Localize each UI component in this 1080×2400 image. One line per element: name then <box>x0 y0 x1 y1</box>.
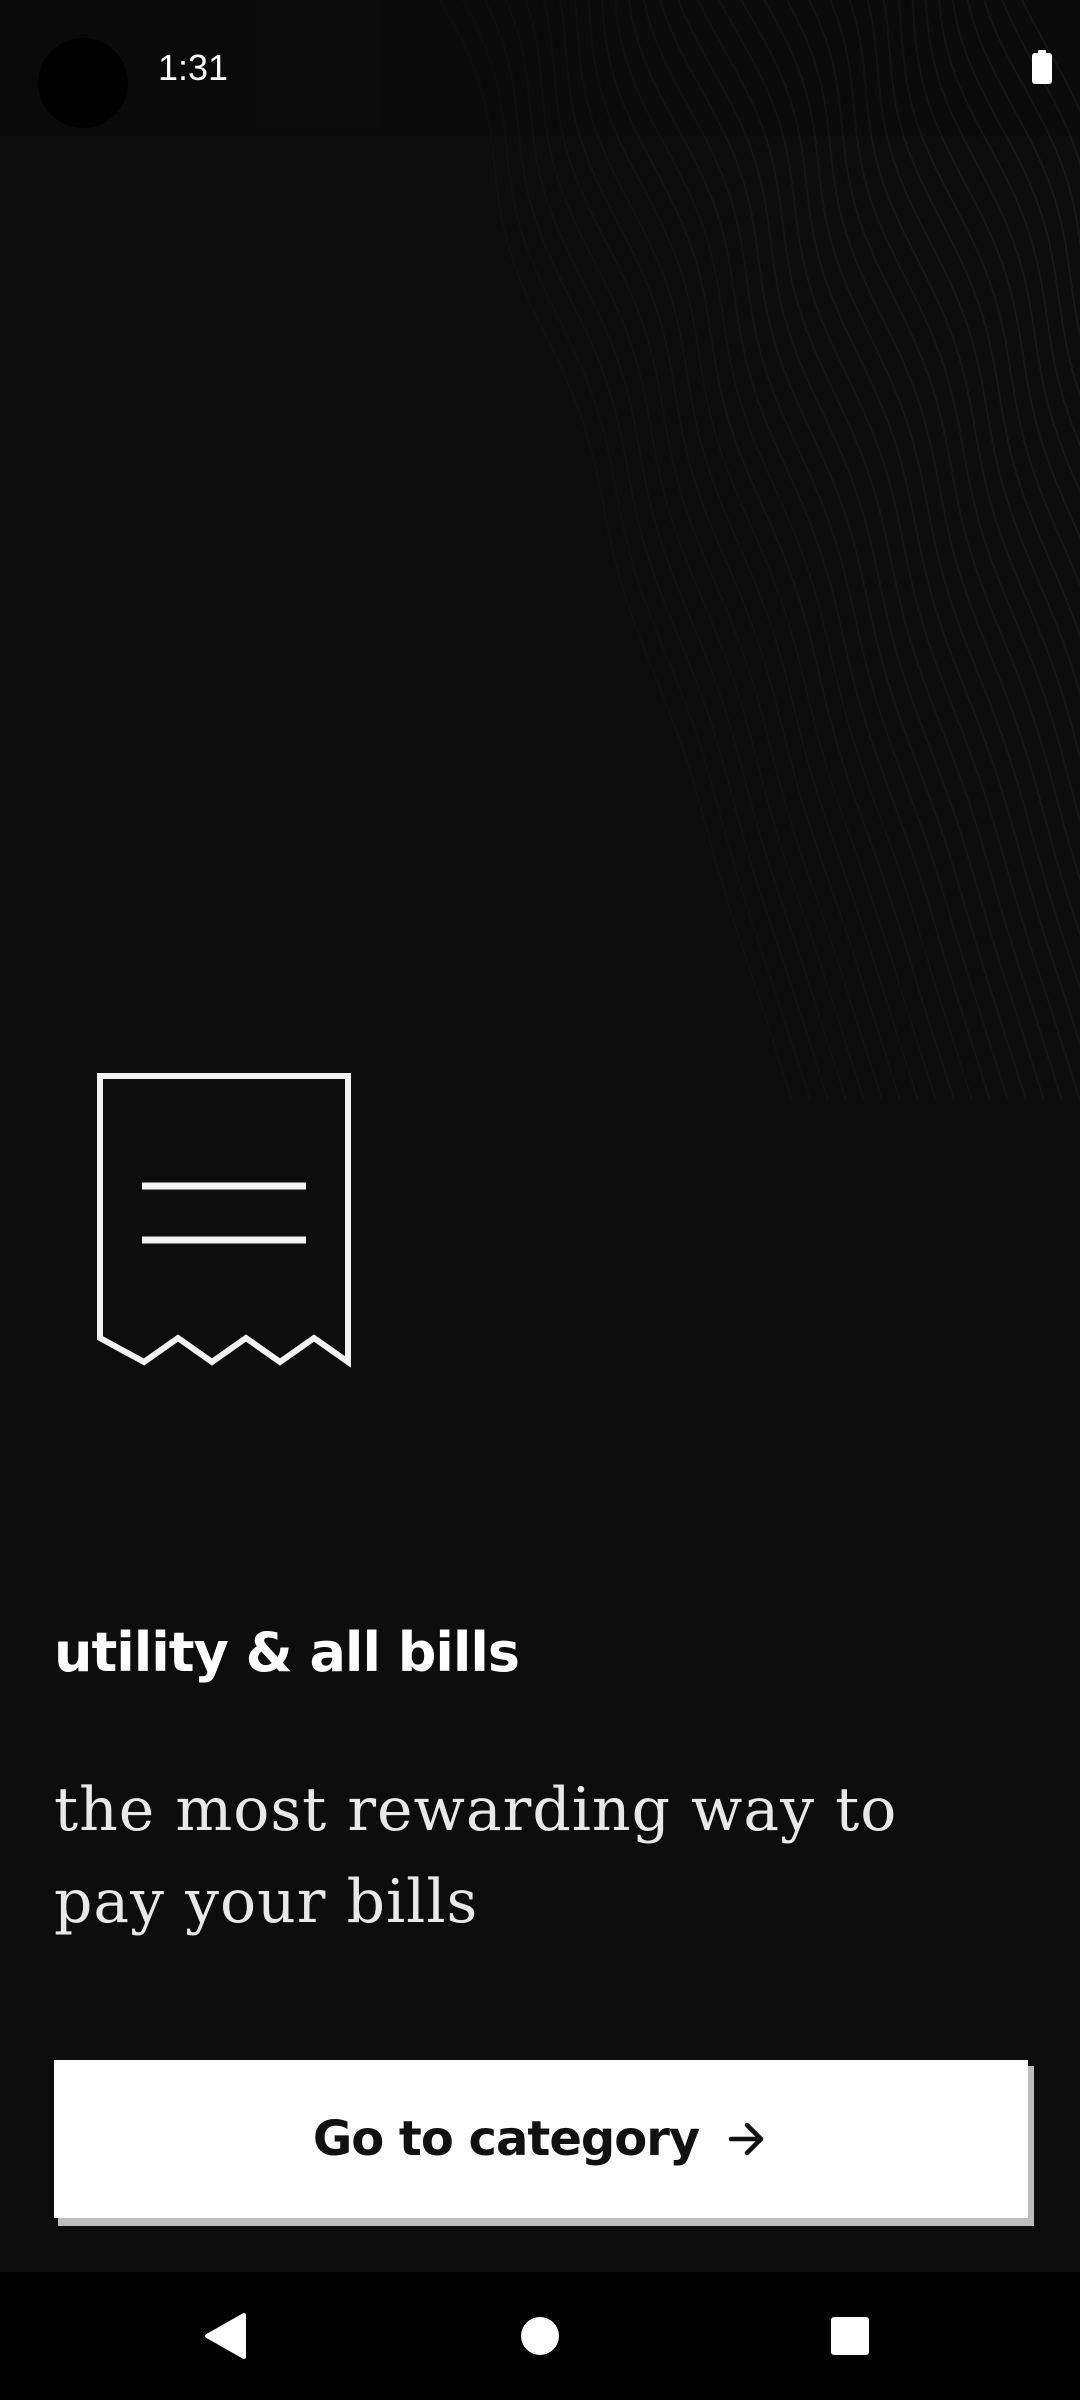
system-navigation-bar <box>0 2272 1080 2400</box>
home-circle-icon <box>521 2317 559 2355</box>
background-wave-line <box>848 0 1080 762</box>
background-wave-line <box>983 0 1080 249</box>
background-wave-line <box>911 0 1080 540</box>
background-wave-line <box>763 0 1080 992</box>
arrow-right-icon <box>728 2122 764 2156</box>
background-wave-line <box>786 0 1080 938</box>
background-wave-line <box>883 0 1080 639</box>
camera-cutout <box>38 38 128 128</box>
background-wave-line <box>697 0 1063 1100</box>
background-wave-line <box>461 0 811 1100</box>
background-wave-line <box>718 0 1080 1100</box>
background-wave-line <box>484 0 829 1100</box>
background-wave-line <box>573 0 919 1100</box>
background-wave-line <box>966 0 1080 340</box>
background-wave-line <box>1021 0 1080 114</box>
background-wave-line <box>829 0 1080 825</box>
background-wave-line <box>524 0 865 1100</box>
background-wave-line <box>677 0 1045 1100</box>
background-wave-line <box>439 0 793 1100</box>
category-title: utility & all bills <box>54 1621 520 1684</box>
status-time: 1:31 <box>158 47 229 88</box>
battery-full-icon <box>1032 50 1052 84</box>
background-wave-line <box>924 0 1080 494</box>
background-wave-line <box>866 0 1080 698</box>
background-wave-line <box>951 0 1080 399</box>
background-wave-line <box>1001 0 1080 168</box>
status-bar: 1:31 <box>0 0 1080 136</box>
background-wave-line <box>897 0 1080 588</box>
recents-button[interactable] <box>810 2296 890 2376</box>
background-wave-line <box>542 0 883 1100</box>
home-button[interactable] <box>500 2296 580 2376</box>
category-tagline: the most rewarding way to pay your bills <box>54 1775 898 1937</box>
back-triangle-icon <box>205 2313 246 2359</box>
background-wave-line <box>659 0 1027 1100</box>
background-wave-line <box>808 0 1080 883</box>
background-wave-line <box>642 0 1009 1100</box>
background-wave-line <box>614 0 973 1100</box>
background-wave-line <box>505 0 847 1100</box>
category-intro-screen: 1:31 utility & all bills the most reward… <box>0 0 1080 2400</box>
background-wave-line <box>627 0 991 1100</box>
background-wave-line <box>587 0 937 1100</box>
go-to-category-button[interactable]: Go to category <box>54 2060 1028 2218</box>
recents-square-icon <box>831 2317 869 2355</box>
back-button[interactable] <box>186 2296 266 2376</box>
background-wave-pattern <box>439 0 1080 1100</box>
background-wave-line <box>559 0 901 1100</box>
go-to-category-label: Go to category <box>312 2111 700 2167</box>
background-wave-line <box>937 0 1080 448</box>
background-wave-line <box>740 0 1080 1048</box>
receipt-icon <box>97 1073 351 1368</box>
background-wave-line <box>600 0 955 1100</box>
